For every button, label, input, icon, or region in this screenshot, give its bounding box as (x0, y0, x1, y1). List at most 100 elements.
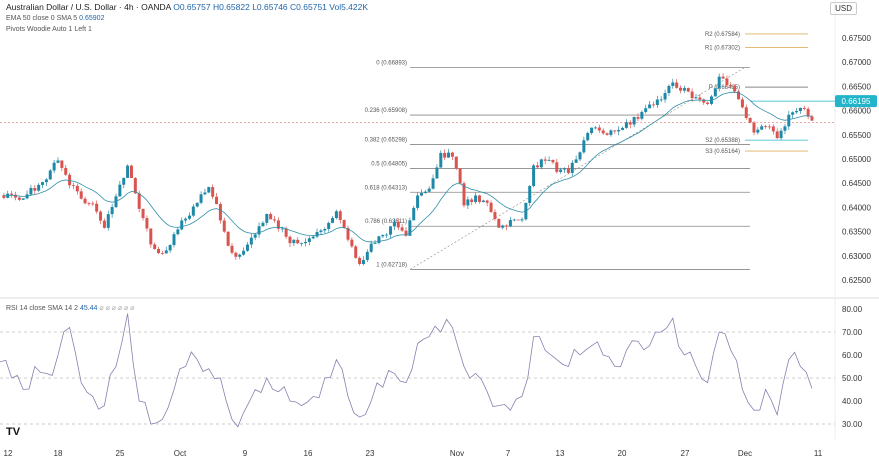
rsi-tick: 70.00 (842, 328, 863, 337)
candle-body (470, 199, 474, 203)
candle-body (284, 228, 288, 237)
candle-body (56, 160, 60, 163)
price-tick: 0.66000 (842, 107, 871, 116)
candle-body (764, 126, 768, 128)
candle-body (110, 207, 114, 215)
candle-body (87, 203, 91, 205)
candle-body (280, 228, 284, 230)
candle-body (222, 220, 226, 232)
volume-value: Vol5.422K (329, 2, 369, 12)
candle-body (775, 131, 779, 139)
currency-selector[interactable]: USD (830, 2, 857, 15)
candle-body (535, 165, 539, 168)
candle-body (369, 243, 373, 252)
candle-body (706, 102, 710, 104)
candle-body (331, 217, 335, 223)
candle-body (485, 200, 489, 203)
candle-body (636, 117, 640, 119)
candle-body (392, 221, 396, 227)
candle-body (389, 226, 393, 235)
candle-body (303, 241, 307, 244)
candle-body (810, 116, 814, 121)
candle-body (443, 152, 447, 158)
candle-body (586, 133, 590, 141)
candle-body (721, 76, 725, 79)
candle-body (559, 169, 563, 172)
candle-body (269, 214, 273, 220)
candle-body (226, 231, 230, 246)
candle-body (307, 238, 311, 242)
candle-body (532, 165, 536, 186)
rsi-line (0, 313, 813, 428)
candle-body (648, 104, 652, 109)
candle-body (180, 220, 184, 230)
candle-body (168, 245, 172, 251)
candle-body (613, 130, 617, 132)
pivot-label: S3 (0.65164) (705, 149, 740, 155)
candle-body (771, 126, 775, 132)
candle-body (160, 253, 164, 254)
candle-body (234, 252, 238, 257)
candle-body (686, 88, 690, 92)
candle-body (744, 107, 748, 118)
ema-legend[interactable]: EMA 50 close 0 SMA 5 0.65902 (6, 15, 104, 22)
candle-body (582, 140, 586, 153)
open-value: O0.65757 (173, 2, 211, 12)
candle-body (659, 99, 663, 101)
time-tick: 16 (304, 449, 313, 458)
candle-body (671, 82, 675, 86)
candle-body (157, 248, 161, 254)
time-tick: 18 (54, 449, 63, 458)
candle-body (164, 250, 168, 254)
candle-body (300, 243, 304, 244)
high-value: H0.65822 (212, 2, 250, 12)
candle-body (91, 203, 95, 205)
candle-body (323, 228, 327, 231)
candle-body (253, 234, 257, 238)
candle-body (230, 245, 234, 253)
candle-body (466, 199, 470, 206)
candle-body (601, 130, 605, 134)
rsi-legend[interactable]: RSI 14 close SMA 14 2 45.44 ⌀ ⌀ ⌀ ⌀ ⌀ ⌀ (6, 304, 134, 312)
candle-body (423, 191, 427, 194)
candle-body (690, 91, 694, 99)
candle-body (199, 194, 203, 203)
candle-body (350, 239, 354, 247)
candle-body (644, 108, 648, 112)
candle-body (501, 225, 505, 228)
candle-body (474, 195, 478, 203)
candle-body (725, 78, 729, 86)
pivots-legend[interactable]: Pivots Woodie Auto 1 Left 1 (6, 26, 92, 33)
candle-body (454, 156, 458, 169)
candle-body (99, 211, 103, 221)
candle-body (694, 97, 698, 99)
candle-body (713, 88, 717, 97)
candle-body (590, 127, 594, 134)
price-chart[interactable]: 0.67500 0.67000 0.66500 0.66000 0.65500 0.650… (0, 0, 879, 465)
candle-body (605, 133, 609, 135)
candle-body (385, 234, 389, 236)
candle-body (141, 208, 145, 219)
price-tick: 0.67000 (842, 58, 871, 67)
candle-body (621, 127, 625, 130)
rsi-tick: 40.00 (842, 397, 863, 406)
candle-body (439, 152, 443, 168)
candle-body (787, 114, 791, 127)
time-tick: 9 (243, 449, 248, 458)
candle-body (632, 117, 636, 125)
candle-body (431, 178, 435, 189)
candle-body (172, 234, 176, 246)
candle-body (149, 228, 153, 245)
candle-body (71, 185, 75, 187)
pivot-label: S2 (0.65388) (705, 138, 740, 144)
tradingview-logo: TV (6, 426, 21, 438)
pivots-label: Pivots Woodie Auto 1 Left 1 (6, 26, 92, 33)
time-tick: 7 (506, 449, 511, 458)
candle-body (354, 246, 358, 258)
candle-body (334, 211, 338, 218)
candle-body (505, 225, 509, 227)
candle-body (477, 195, 481, 202)
candle-body (752, 122, 756, 133)
candle-body (416, 195, 420, 208)
candle-body (756, 129, 760, 133)
